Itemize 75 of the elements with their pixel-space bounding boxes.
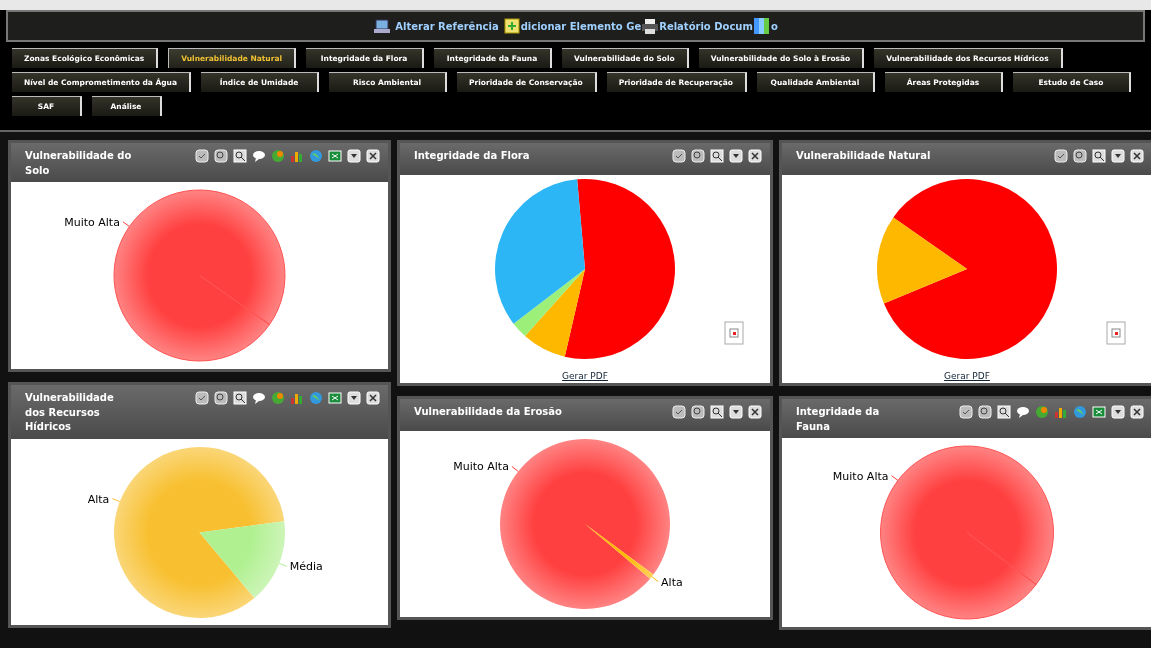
globe-icon[interactable] — [271, 149, 285, 163]
panel-title: Vulnerabilidade do Solo — [25, 149, 133, 178]
panel-title: Vulnerabilidade da Erosão — [414, 405, 562, 419]
dropdown-icon[interactable] — [1111, 149, 1125, 163]
checkbox-icon[interactable] — [672, 405, 686, 419]
close-icon[interactable] — [1130, 405, 1144, 419]
search-icon[interactable] — [233, 391, 247, 405]
close-icon[interactable] — [748, 405, 762, 419]
slice-label: Média — [289, 559, 323, 573]
slice-label: Muito Alta — [832, 469, 889, 483]
spreadsheet-icon[interactable] — [328, 391, 342, 405]
leader-line — [891, 475, 899, 481]
dropdown-icon[interactable] — [347, 149, 361, 163]
earth-icon[interactable] — [1073, 405, 1087, 419]
leader-line — [651, 576, 659, 582]
panel-title: Integridade da Flora — [414, 149, 530, 163]
dropdown-icon[interactable] — [729, 149, 743, 163]
search-icon[interactable] — [1092, 149, 1106, 163]
slice-label: Alta — [87, 492, 110, 506]
earth-icon[interactable] — [309, 149, 323, 163]
search-icon[interactable] — [233, 149, 247, 163]
spreadsheet-icon[interactable] — [1092, 405, 1106, 419]
slice-label: Muito Alta — [453, 460, 509, 474]
close-icon[interactable] — [366, 149, 380, 163]
zoom-icon[interactable] — [691, 405, 705, 419]
earth-icon[interactable] — [309, 391, 323, 405]
leader-line — [122, 221, 130, 227]
leader-line — [278, 562, 288, 567]
speech-bubble-icon[interactable] — [252, 391, 266, 405]
checkbox-icon[interactable] — [1054, 149, 1068, 163]
leader-line — [111, 497, 121, 502]
toolbar-link[interactable]: Alterar Referência — [395, 18, 499, 34]
globe-icon[interactable] — [271, 391, 285, 405]
zoom-icon[interactable] — [1073, 149, 1087, 163]
zoom-icon[interactable] — [691, 149, 705, 163]
bar-chart-icon[interactable] — [1054, 405, 1068, 419]
toolbar-link[interactable]: Relatório Docum — [659, 18, 753, 34]
close-icon[interactable] — [366, 391, 380, 405]
panel-title: Integridade da Fauna — [796, 405, 881, 434]
broken-image-icon — [1106, 321, 1126, 345]
close-icon[interactable] — [1130, 149, 1144, 163]
search-icon[interactable] — [710, 149, 724, 163]
panel-title: Vulnerabilidade Natural — [796, 149, 931, 163]
globe-icon[interactable] — [1035, 405, 1049, 419]
spreadsheet-icon[interactable] — [328, 149, 342, 163]
close-icon[interactable] — [748, 149, 762, 163]
slice-label: Alta — [661, 575, 683, 589]
printer-icon[interactable] — [641, 17, 660, 35]
zoom-icon[interactable] — [214, 149, 228, 163]
toolbar-link[interactable]: o — [770, 18, 778, 34]
toolbar-link[interactable]: dicionar Elemento Ge — [520, 18, 642, 34]
dropdown-icon[interactable] — [1111, 405, 1125, 419]
zoom-icon[interactable] — [978, 405, 992, 419]
broken-image-icon — [724, 321, 744, 345]
speech-bubble-icon[interactable] — [1016, 405, 1030, 419]
zoom-icon[interactable] — [214, 391, 228, 405]
panel-title: Vulnerabilidade dos Recursos Hídricos — [25, 391, 115, 434]
leader-line — [511, 466, 519, 472]
search-icon[interactable] — [710, 405, 724, 419]
books-icon[interactable] — [752, 17, 771, 35]
pdf-link[interactable]: Gerar PDF — [562, 369, 608, 383]
slice-label: Muito Alta — [64, 215, 120, 229]
note-icon[interactable] — [502, 17, 521, 35]
bar-chart-icon[interactable] — [290, 149, 304, 163]
dropdown-icon[interactable] — [729, 405, 743, 419]
checkbox-icon[interactable] — [195, 149, 209, 163]
dropdown-icon[interactable] — [347, 391, 361, 405]
bar-chart-icon[interactable] — [290, 391, 304, 405]
search-icon[interactable] — [997, 405, 1011, 419]
pdf-link[interactable]: Gerar PDF — [944, 369, 990, 383]
checkbox-icon[interactable] — [195, 391, 209, 405]
checkbox-icon[interactable] — [672, 149, 686, 163]
checkbox-icon[interactable] — [959, 405, 973, 419]
speech-bubble-icon[interactable] — [252, 149, 266, 163]
computer-icon[interactable] — [373, 17, 392, 35]
